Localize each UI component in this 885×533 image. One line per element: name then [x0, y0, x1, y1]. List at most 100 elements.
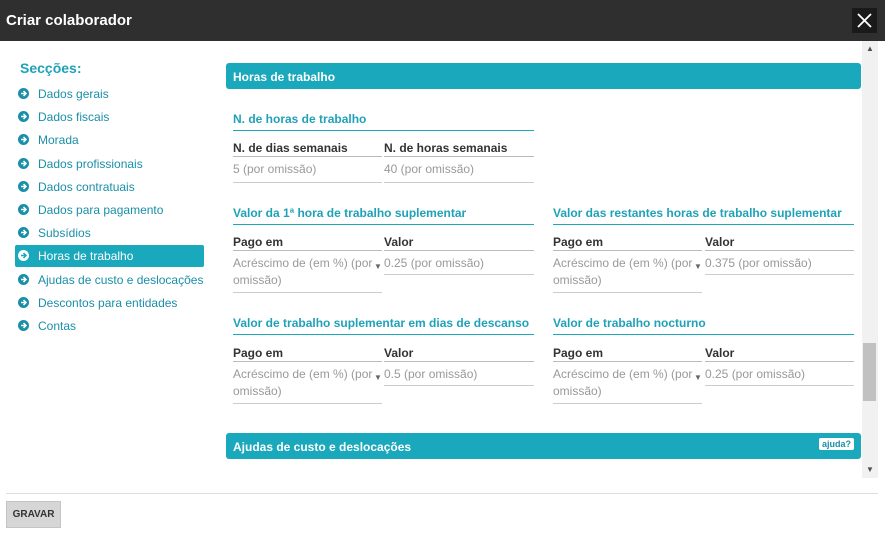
field-underline [553, 292, 702, 293]
scroll-down-icon[interactable]: ▼ [866, 465, 874, 474]
sidebar-item-dados-contratuais[interactable]: Dados contratuais [15, 176, 204, 198]
sidebar-item-subsidios[interactable]: Subsídios [15, 222, 204, 244]
panel-header-horas[interactable]: Horas de trabalho [226, 63, 861, 89]
sidebar-item-label: Ajudas de custo e deslocações [38, 272, 204, 287]
sidebar-item-dados-fiscais[interactable]: Dados fiscais [15, 106, 204, 128]
sidebar-item-label: Dados gerais [38, 87, 109, 101]
label-underline [233, 250, 382, 251]
sidebar-item-label: Horas de trabalho [38, 249, 134, 264]
pay-select-night[interactable]: Acréscimo de (em %) (por omissão) [553, 366, 693, 400]
title-bar: Criar colaborador [0, 0, 885, 41]
field-underline [233, 403, 382, 404]
label-underline [384, 361, 534, 362]
hours-label: N. de horas semanais [384, 141, 508, 155]
value-label: Valor [384, 346, 414, 360]
sidebar-item-label: Morada [38, 133, 79, 148]
arrow-circle-right-icon [18, 134, 29, 146]
main-scrollbar[interactable]: ▲ ▼ [862, 41, 878, 478]
hours-input[interactable]: 40 (por omissão) [384, 161, 532, 178]
section-divider [233, 334, 534, 335]
sidebar-item-label: Contas [38, 319, 77, 333]
pay-label: Pago em [553, 346, 604, 360]
panel-header-ajudas[interactable]: Ajudas de custo e deslocações ajuda? [226, 433, 861, 459]
sidebar-item-dados-profissionais[interactable]: Dados profissionais [15, 153, 204, 175]
value-label: Valor [384, 235, 414, 249]
section-divider [233, 224, 534, 225]
field-underline [553, 403, 702, 404]
arrow-circle-right-icon [18, 273, 29, 285]
pay-select-rest-days[interactable]: Acréscimo de (em %) (por omissão) [233, 366, 373, 400]
section-divider [233, 130, 534, 131]
label-underline [553, 361, 702, 362]
caret-down-icon: ▼ [694, 373, 702, 382]
sidebar-item-label: Subsídios [38, 226, 91, 241]
help-button[interactable]: ajuda? [818, 438, 854, 450]
footer-divider [6, 493, 878, 494]
field-underline [384, 274, 534, 275]
section-title-night: Valor de trabalho nocturno [553, 316, 706, 330]
field-underline [233, 292, 382, 293]
arrow-circle-right-icon [18, 111, 29, 123]
arrow-circle-right-icon [18, 88, 29, 99]
field-underline [705, 274, 854, 275]
scroll-up-icon[interactable]: ▲ [866, 44, 874, 53]
label-underline [705, 250, 854, 251]
section-title-rest-days: Valor de trabalho suplementar em dias de… [233, 316, 530, 330]
days-input[interactable]: 5 (por omissão) [233, 161, 380, 178]
section-title-first-hour: Valor da 1ª hora de trabalho suplementar [233, 206, 467, 220]
pay-label: Pago em [553, 235, 604, 249]
sidebar-item-dados-gerais[interactable]: Dados gerais [15, 83, 204, 105]
value-input-rest-days[interactable]: 0.5 (por omissão) [384, 366, 532, 383]
caret-down-icon: ▼ [374, 262, 382, 271]
section-divider [553, 334, 854, 335]
sidebar-item-contas[interactable]: Contas [15, 315, 204, 337]
sidebar-item-ajudas-de-custo-e-deslocacoes[interactable]: Ajudas de custo e deslocações [15, 269, 204, 291]
sidebar-item-label: Dados fiscais [38, 110, 110, 125]
sidebar-item-morada[interactable]: Morada [15, 129, 204, 151]
value-input-night[interactable]: 0.25 (por omissão) [705, 366, 852, 383]
close-button[interactable] [852, 8, 877, 33]
value-label: Valor [705, 346, 735, 360]
label-underline [384, 156, 534, 157]
close-icon [857, 13, 872, 28]
sidebar-item-descontos-para-entidades[interactable]: Descontos para entidades [15, 292, 204, 314]
main-content: Horas de trabalho N. de horas de trabalh… [215, 41, 862, 486]
label-underline [233, 361, 382, 362]
arrow-circle-right-icon [18, 227, 29, 239]
label-underline [384, 250, 534, 251]
arrow-circle-right-icon [18, 296, 29, 308]
sidebar-item-label: Dados contratuais [38, 179, 135, 194]
field-underline [233, 182, 382, 183]
label-underline [233, 156, 382, 157]
arrow-circle-right-icon [18, 320, 29, 331]
sidebar-item-dados-para-pagamento[interactable]: Dados para pagamento [15, 199, 204, 221]
section-divider [553, 224, 854, 225]
value-input-first-hour[interactable]: 0.25 (por omissão) [384, 255, 532, 272]
pay-select-first-hour[interactable]: Acréscimo de (em %) (por omissão) [233, 255, 373, 289]
label-underline [553, 250, 702, 251]
label-underline [705, 361, 854, 362]
caret-down-icon: ▼ [374, 373, 382, 382]
save-button[interactable]: GRAVAR [6, 501, 61, 528]
pay-label: Pago em [233, 235, 284, 249]
arrow-circle-right-icon [18, 157, 29, 169]
panel-title: Ajudas de custo e deslocações [233, 440, 412, 454]
field-underline [384, 182, 534, 183]
value-label: Valor [705, 235, 735, 249]
sidebar-item-label: Descontos para entidades [38, 295, 178, 310]
sidebar-item-label: Dados profissionais [38, 156, 143, 171]
sections-heading: Secções: [20, 60, 82, 76]
arrow-circle-right-icon [18, 180, 29, 192]
days-label: N. de dias semanais [233, 141, 348, 155]
arrow-circle-right-icon [18, 250, 29, 262]
panel-title: Horas de trabalho [233, 70, 336, 84]
pay-select-remaining[interactable]: Acréscimo de (em %) (por omissão) [553, 255, 693, 289]
section-title-remaining: Valor das restantes horas de trabalho su… [553, 206, 842, 220]
pay-label: Pago em [233, 346, 284, 360]
sections-sidebar: Secções: Dados gerais Dados fiscais Morada… [0, 41, 215, 486]
section-title-hours: N. de horas de trabalho [233, 112, 367, 126]
value-input-remaining[interactable]: 0.375 (por omissão) [705, 255, 852, 272]
scrollbar-thumb[interactable] [863, 343, 876, 401]
sidebar-item-label: Dados para pagamento [38, 203, 164, 217]
sidebar-item-horas-de-trabalho[interactable]: Horas de trabalho [15, 245, 204, 268]
